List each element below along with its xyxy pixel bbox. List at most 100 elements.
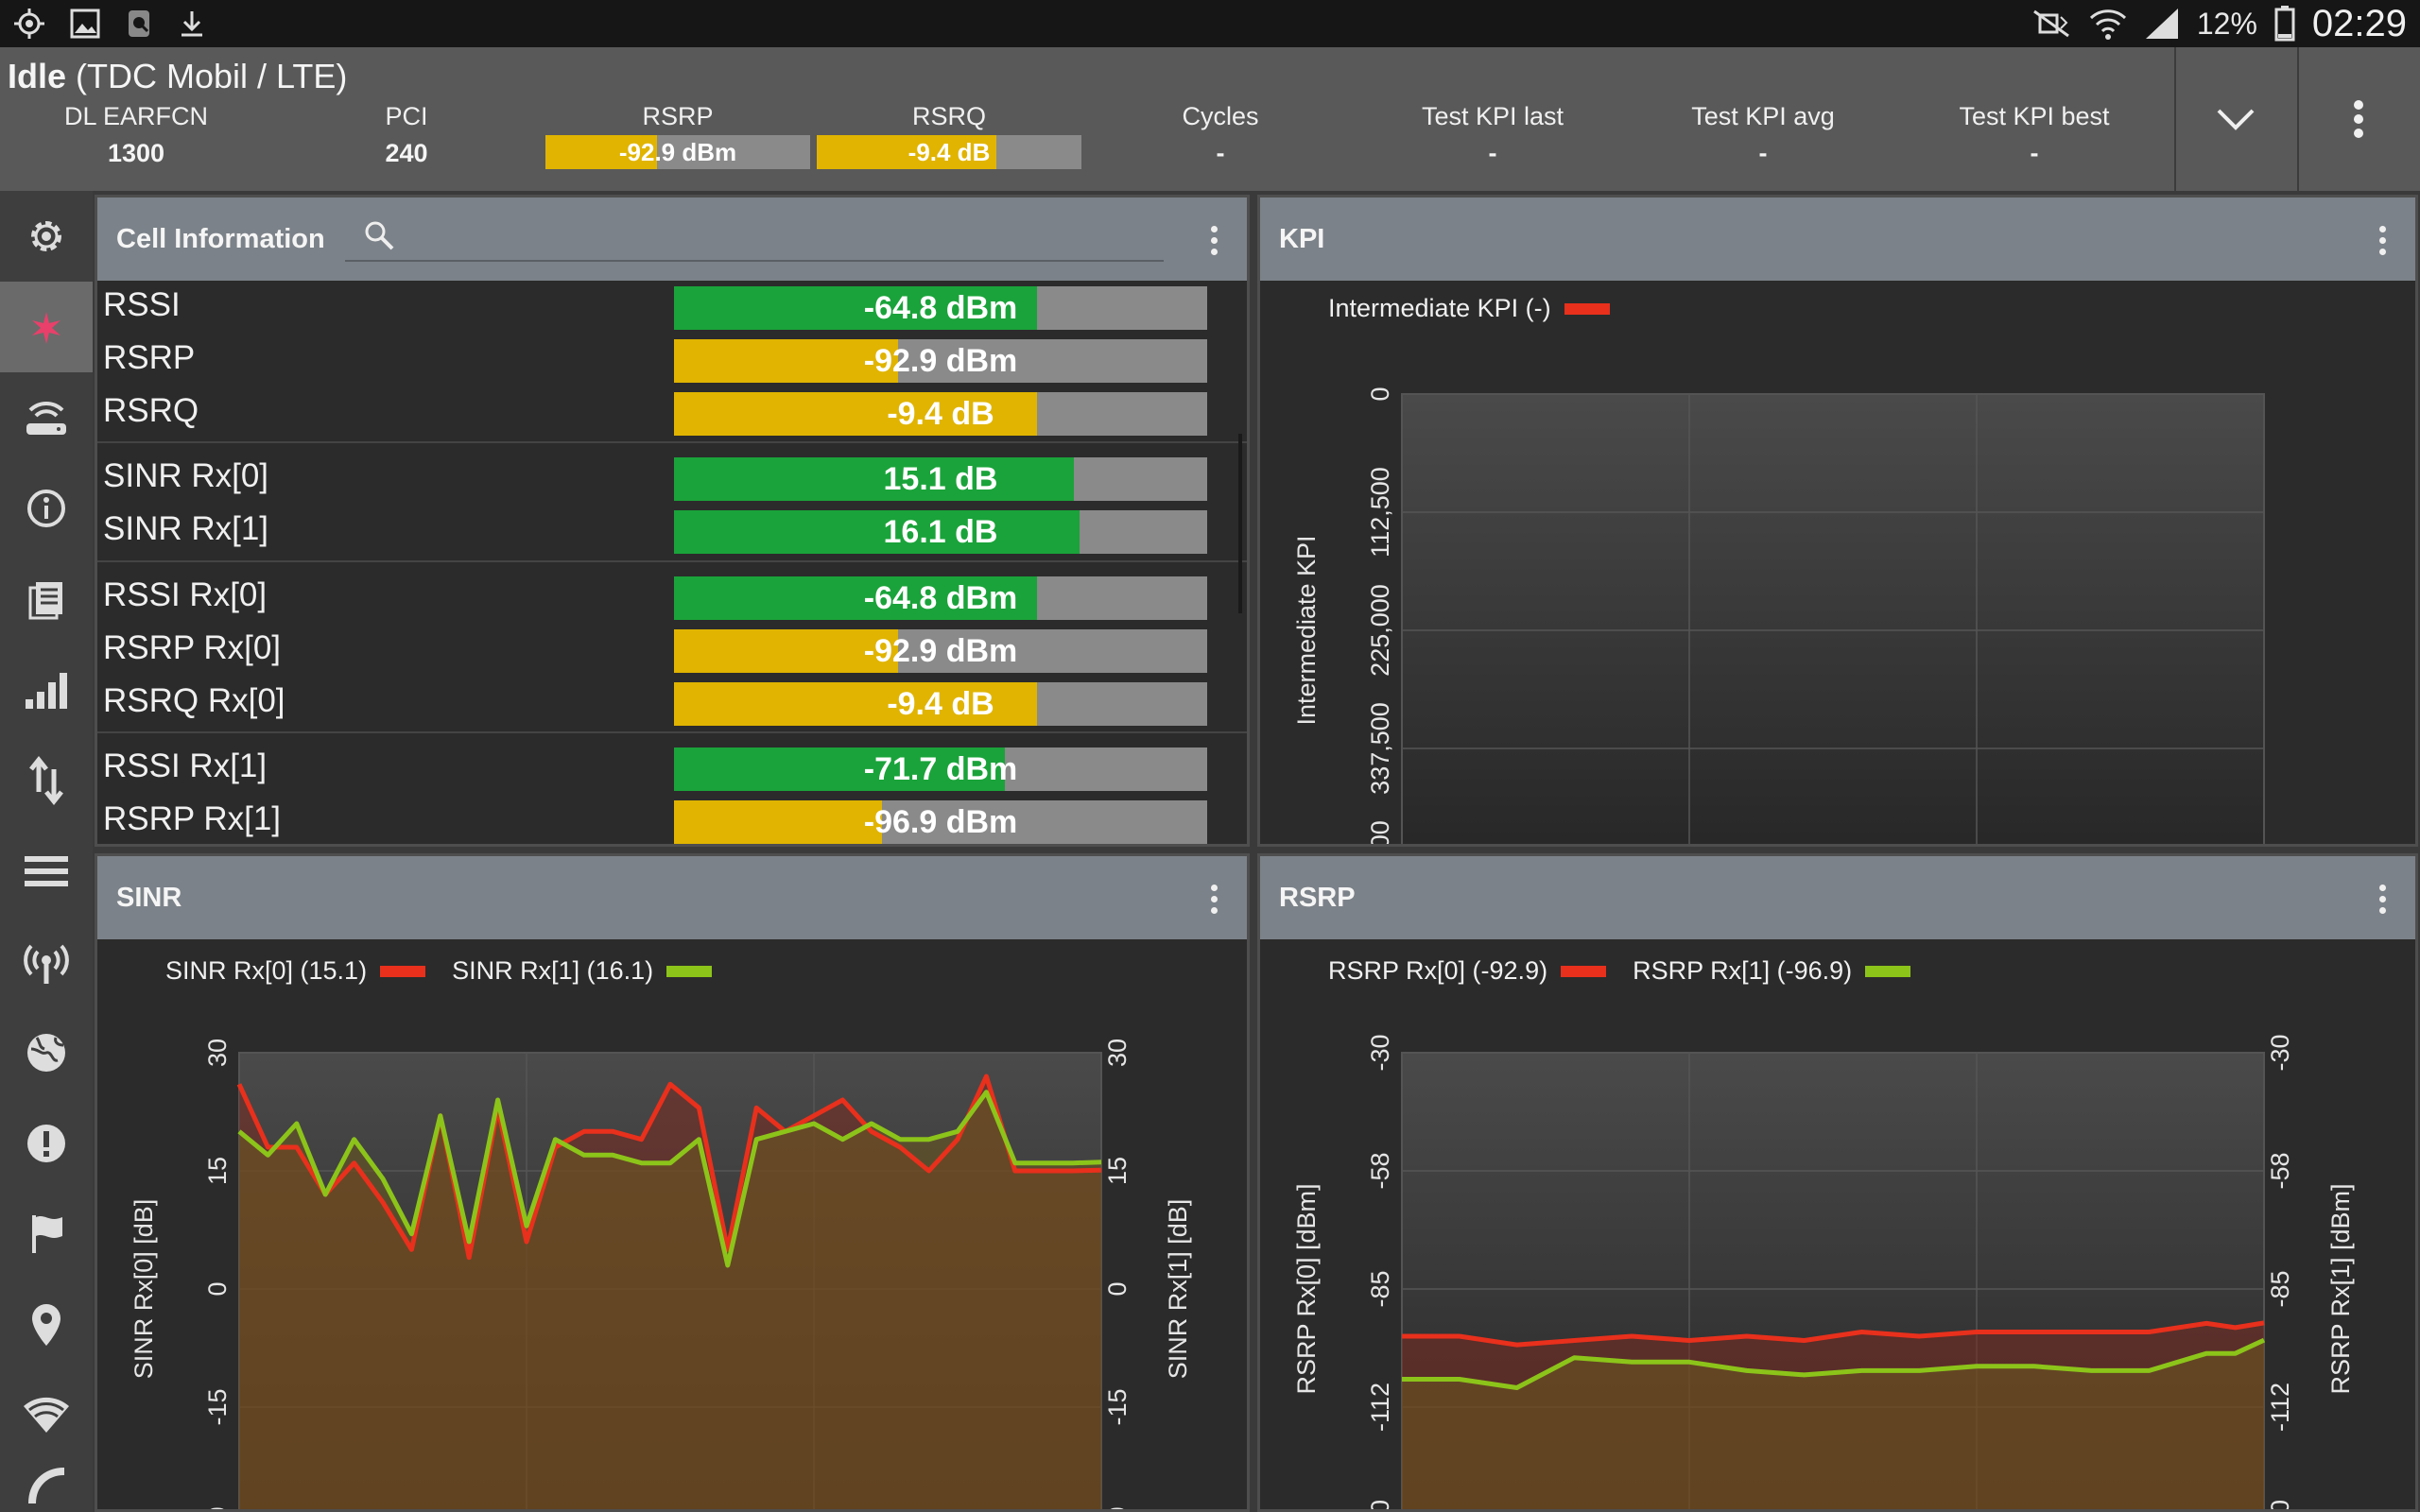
sidebar-item-wifi[interactable] xyxy=(0,1370,93,1461)
rsrp-y-tick-label: -112 xyxy=(1366,1383,1394,1432)
kpi-plot-area xyxy=(1401,393,2265,844)
kpi-header: KPI xyxy=(1260,198,2415,281)
rsrp-y-tick-label-right: -58 xyxy=(2266,1152,2294,1189)
cell-information-scrollbar[interactable] xyxy=(1238,434,1242,613)
kpi-menu-button[interactable] xyxy=(2377,226,2387,256)
gallery-icon xyxy=(70,9,100,39)
sinr-legend-rx0: SINR Rx[0] (15.1) xyxy=(165,956,368,985)
cell-info-label: RSRQ xyxy=(103,392,199,429)
header-cycles-label: Cycles xyxy=(1182,102,1259,130)
header-pci-value: 240 xyxy=(385,139,428,167)
cell-info-value: -64.8 dBm xyxy=(863,290,1018,326)
sidebar-item-data-transfer[interactable] xyxy=(0,735,93,826)
battery-icon xyxy=(2274,6,2295,42)
sidebar-item-list[interactable] xyxy=(0,826,93,917)
cell-information-menu-button[interactable] xyxy=(1209,226,1219,256)
sidebar-item-settings[interactable] xyxy=(0,191,93,282)
sidebar xyxy=(0,191,93,1512)
cell-info-meter: 16.1 dB xyxy=(674,510,1207,554)
sidebar-item-phone[interactable] xyxy=(0,1461,93,1512)
header-rsrp-value: -92.9 dBm xyxy=(618,138,737,166)
header-dl-earfcn-label: DL EARFCN xyxy=(63,102,209,130)
rsrp-panel: RSRP RSRP Rx[0] (-92.9) RSRP Rx[1] (-96.… xyxy=(1257,853,2418,1512)
sidebar-item-alerts[interactable] xyxy=(0,1098,93,1189)
cell-info-meter: -64.8 dBm xyxy=(674,286,1207,330)
cell-info-row: SINR Rx[1] 16.1 dB xyxy=(97,505,1247,558)
cell-information-title: Cell Information xyxy=(116,224,325,254)
header-kpi-best-value: - xyxy=(2030,139,2039,167)
cell-search-field[interactable] xyxy=(345,215,1164,262)
sidebar-item-signal[interactable] xyxy=(0,644,93,735)
sinr-legend-rx0-swatch xyxy=(380,965,426,977)
more-vert-icon xyxy=(2354,100,2363,138)
sinr-menu-button[interactable] xyxy=(1209,885,1219,915)
rsrp-y-tick-label: -85 xyxy=(1366,1270,1394,1307)
header-dl-earfcn-value: 1300 xyxy=(107,139,165,167)
cell-info-row: RSSI Rx[0] -64.8 dBm xyxy=(97,571,1247,624)
kpi-legend-swatch xyxy=(1564,302,1610,315)
sinr-y-tick-label-right: 30 xyxy=(1103,1039,1132,1067)
rsrp-legend-rx1-swatch xyxy=(1865,965,1911,977)
sinr-y-axis-label-right: SINR Rx[1] [dB] xyxy=(1164,1199,1192,1380)
overflow-menu-button[interactable] xyxy=(2297,47,2418,191)
star-icon xyxy=(32,312,60,344)
cell-information-panel: Cell Information RSSI -64.8 dBm RSRP -92.9 … xyxy=(95,195,1250,847)
rsrp-y-tick-label: -58 xyxy=(1366,1152,1394,1189)
sinr-y-tick-label: -15 xyxy=(203,1388,232,1425)
rsrp-header: RSRP xyxy=(1260,856,2415,939)
kpi-legend-label: Intermediate KPI (-) xyxy=(1328,294,1551,322)
header-rsrq-label: RSRQ xyxy=(911,102,986,130)
rsrp-y-tick-label: -30 xyxy=(1366,1034,1394,1071)
header-cycles: Cycles - xyxy=(1126,102,1315,168)
flag-icon xyxy=(32,1215,62,1253)
cell-info-label: SINR Rx[1] xyxy=(103,510,269,547)
sidebar-item-favorites[interactable] xyxy=(0,282,93,372)
rsrp-menu-button[interactable] xyxy=(2377,885,2387,915)
rsrp-y-axis-label-left: RSRP Rx[0] [dBm] xyxy=(1292,1183,1321,1394)
router-icon xyxy=(26,401,66,435)
cell-info-meter: -9.4 dB xyxy=(674,392,1207,436)
rsrp-y-tick-label: -140 xyxy=(1366,1500,1394,1512)
header-pci: PCI 240 xyxy=(312,102,501,168)
rsrp-y-tick-label-right: -30 xyxy=(2266,1034,2294,1071)
alert-icon xyxy=(27,1125,65,1162)
signal-icon xyxy=(2145,9,2178,39)
cell-info-value: -92.9 dBm xyxy=(863,633,1018,669)
phone-icon xyxy=(28,1468,65,1504)
cell-info-label: RSSI Rx[0] xyxy=(103,576,268,613)
signal-bars-icon xyxy=(26,673,67,709)
sidebar-item-web[interactable] xyxy=(0,1007,93,1098)
cell-info-row: RSRP Rx[0] -92.9 dBm xyxy=(97,624,1247,677)
sidebar-item-antenna[interactable] xyxy=(0,917,93,1007)
sinr-y-tick-label: -30 xyxy=(203,1506,232,1512)
rsrp-legend: RSRP Rx[0] (-92.9) RSRP Rx[1] (-96.9) xyxy=(1328,956,1924,986)
kpi-y-tick-label: 337,500 xyxy=(1366,702,1394,795)
mute-icon xyxy=(2032,9,2069,38)
status-right: 12% 02:29 xyxy=(2031,0,2407,47)
kpi-title: KPI xyxy=(1279,224,1325,254)
info-icon xyxy=(27,490,65,527)
sinr-legend: SINR Rx[0] (15.1) SINR Rx[1] (16.1) xyxy=(165,956,725,986)
cell-info-meter: -71.7 dBm xyxy=(674,747,1207,791)
header-rsrp-bar: -92.9 dBm xyxy=(545,135,810,169)
sinr-header: SINR xyxy=(97,856,1247,939)
header-kpi-avg-value: - xyxy=(1758,139,1768,167)
sidebar-item-info[interactable] xyxy=(0,463,93,554)
connection-state: Idle xyxy=(8,57,67,95)
transfer-icon xyxy=(29,756,63,805)
header-kpi-best-label: Test KPI best xyxy=(1959,102,2110,130)
rsrp-y-tick-label-right: -85 xyxy=(2266,1270,2294,1307)
expand-header-button[interactable] xyxy=(2174,47,2295,191)
download-icon xyxy=(182,11,202,37)
sidebar-item-flags[interactable] xyxy=(0,1189,93,1280)
sidebar-item-router[interactable] xyxy=(0,372,93,463)
cell-info-value: 15.1 dB xyxy=(883,461,998,497)
sidebar-item-log[interactable] xyxy=(0,554,93,644)
cell-info-value: -9.4 dB xyxy=(887,686,994,722)
sidebar-item-location[interactable] xyxy=(0,1280,93,1370)
cell-info-row: RSRQ -9.4 dB xyxy=(97,387,1247,439)
header-kpi-last-value: - xyxy=(1488,139,1497,167)
cell-info-row: RSRP Rx[1] -96.9 dBm xyxy=(97,795,1247,844)
cell-info-value: 16.1 dB xyxy=(883,514,998,550)
header-rsrq-bar: -9.4 dB xyxy=(817,135,1081,169)
